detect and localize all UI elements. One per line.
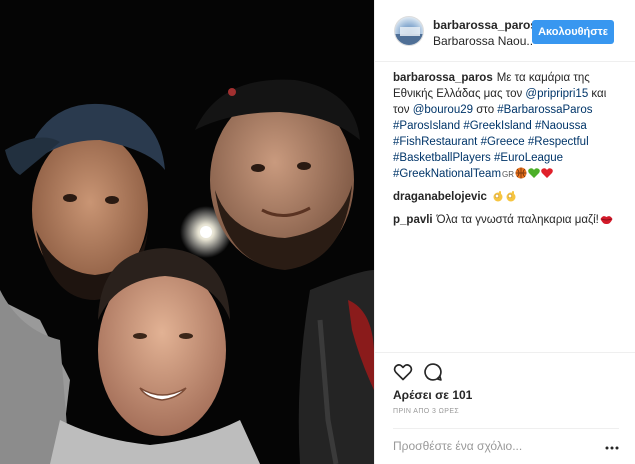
ok-hand-icon (492, 190, 504, 207)
post-header: barbarossa_paros Barbarossa Naou.. Ακολο… (375, 0, 635, 62)
red-heart-icon (541, 167, 553, 184)
hashtag-link[interactable]: #GreekIsland (463, 120, 531, 132)
likes-count[interactable]: Αρέσει σε 101 (393, 388, 472, 402)
caption-text: στο (473, 104, 498, 116)
post-timestamp[interactable]: ΠΡΙΝ ΑΠΟ 3 ΩΡΕΣ (393, 408, 459, 415)
speech-bubble-icon[interactable] (423, 362, 443, 382)
caption-username[interactable]: barbarossa_paros (393, 72, 493, 84)
comment-input[interactable] (393, 435, 593, 457)
comment-text: Όλα τα γνωστά παληκαρια μαζί! (436, 214, 599, 226)
post-actions: Αρέσει σε 101 ΠΡΙΝ ΑΠΟ 3 ΩΡΕΣ (375, 352, 635, 464)
basketball-icon (515, 167, 527, 184)
comments-list: barbarossa_paros Με τα καμάρια της Εθνική… (393, 70, 625, 235)
comment-username[interactable]: p_pavli (393, 214, 433, 226)
hashtag-link[interactable]: #BarbarossaParos (497, 104, 592, 116)
avatar-image-icon (395, 27, 423, 45)
follow-button[interactable]: Ακολουθήστε (532, 20, 614, 44)
hashtag-link[interactable]: #Naoussa (535, 120, 587, 132)
heart-outline-icon[interactable] (393, 362, 413, 382)
hashtag-link[interactable]: #GreekNationalTeam (393, 168, 501, 180)
hashtag-link[interactable]: #ParosIsland (393, 120, 460, 132)
comment-item: p_pavli Όλα τα γνωστά παληκαρια μαζί! (393, 212, 625, 230)
post-photo (0, 0, 374, 464)
mention-link[interactable]: @bourou29 (413, 104, 473, 116)
ellipsis-icon[interactable] (605, 441, 619, 451)
post-location[interactable]: Barbarossa Naou.. (433, 34, 533, 48)
comment-username[interactable]: draganabelojevic (393, 191, 487, 203)
hashtag-link[interactable]: #BasketballPlayers (393, 152, 491, 164)
ok-hand-icon (505, 190, 517, 207)
hashtag-link[interactable]: #FishRestaurant (393, 136, 477, 148)
mention-link[interactable]: @pripripri15 (525, 88, 588, 100)
hashtag-link[interactable]: #Greece (481, 136, 525, 148)
hashtag-link[interactable]: #EuroLeague (494, 152, 563, 164)
add-comment-bar (393, 428, 619, 462)
right-person-shirt (298, 270, 374, 464)
avatar[interactable] (394, 16, 424, 46)
caption: barbarossa_paros Με τα καμάρια της Εθνική… (393, 70, 625, 184)
kiss-lips-icon (600, 214, 613, 230)
green-heart-icon (528, 167, 540, 184)
hashtag-link[interactable]: #Respectful (528, 136, 589, 148)
post-username[interactable]: barbarossa_paros (433, 18, 537, 32)
post-side-panel: barbarossa_paros Barbarossa Naou.. Ακολο… (374, 0, 635, 464)
instagram-post-card: barbarossa_paros Barbarossa Naou.. Ακολο… (0, 0, 635, 464)
comment-item: draganabelojevic (393, 189, 625, 207)
selfie-photo-illustration (0, 0, 374, 464)
flag-gr-text: GR (502, 170, 515, 179)
